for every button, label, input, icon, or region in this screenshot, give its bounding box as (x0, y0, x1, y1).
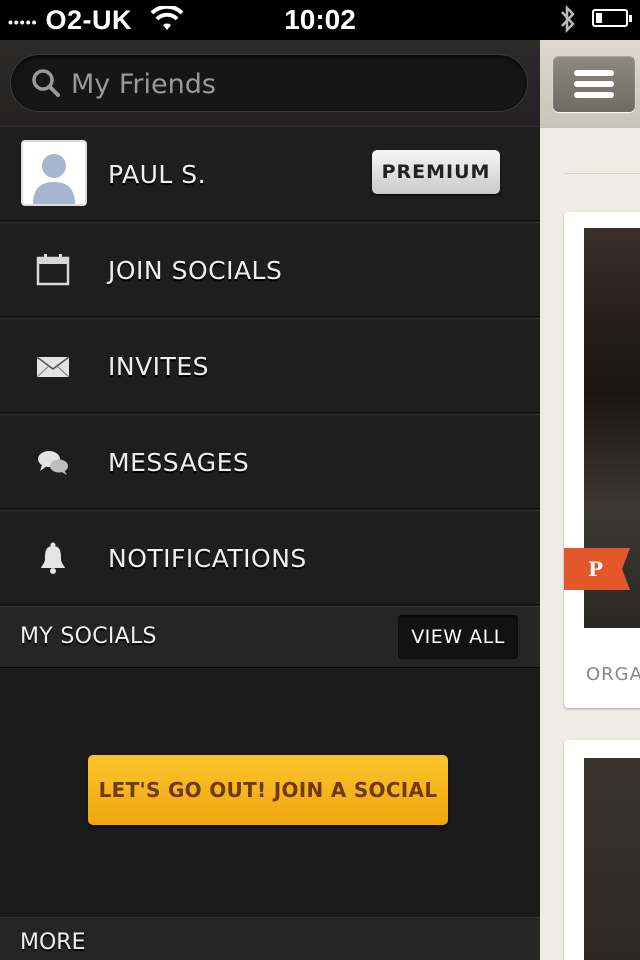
divider (564, 173, 640, 174)
my-socials-header: MY SOCIALS VIEW ALL (0, 606, 540, 668)
envelope-icon (36, 349, 70, 383)
bell-icon (36, 541, 70, 575)
bluetooth-icon (558, 4, 578, 39)
search-icon (32, 69, 60, 97)
side-menu: PAUL S. PREMIUM JOIN SOCIALS INVITES (0, 40, 540, 960)
more-header: MORE (0, 917, 540, 960)
menu-item-join-socials[interactable]: JOIN SOCIALS (0, 222, 540, 317)
avatar (21, 140, 87, 206)
menu-item-label: INVITES (108, 352, 209, 381)
view-all-button[interactable]: VIEW ALL (398, 615, 518, 659)
social-card[interactable] (564, 740, 640, 960)
card-photo (584, 758, 640, 960)
chat-bubbles-icon (36, 445, 70, 479)
profile-name: PAUL S. (108, 160, 207, 189)
join-social-button[interactable]: LET'S GO OUT! JOIN A SOCIAL (88, 755, 448, 825)
section-title: MORE (20, 930, 86, 955)
menu-item-label: MESSAGES (108, 448, 250, 477)
search-bar (0, 40, 540, 127)
social-card[interactable]: ORGA (564, 212, 640, 708)
search-box[interactable] (10, 54, 528, 112)
menu-item-messages[interactable]: MESSAGES (0, 414, 540, 509)
battery-icon (592, 9, 632, 27)
calendar-icon (36, 253, 70, 287)
menu-item-label: NOTIFICATIONS (108, 544, 307, 573)
search-input[interactable] (69, 63, 513, 105)
profile-row[interactable]: PAUL S. PREMIUM (0, 126, 540, 221)
premium-ribbon: P (564, 548, 630, 590)
section-title: MY SOCIALS (20, 624, 157, 649)
menu-item-notifications[interactable]: NOTIFICATIONS (0, 510, 540, 605)
menu-item-invites[interactable]: INVITES (0, 318, 540, 413)
menu-item-label: JOIN SOCIALS (108, 256, 283, 285)
card-caption: ORGA (586, 664, 640, 685)
clock: 10:02 (284, 4, 356, 35)
status-bar: ••••• O2-UK 10:02 (0, 0, 640, 40)
top-bar (540, 40, 640, 128)
hamburger-menu-button[interactable] (553, 56, 635, 112)
premium-badge[interactable]: PREMIUM (372, 150, 500, 194)
main-content-peek[interactable]: ORGA (540, 40, 640, 960)
